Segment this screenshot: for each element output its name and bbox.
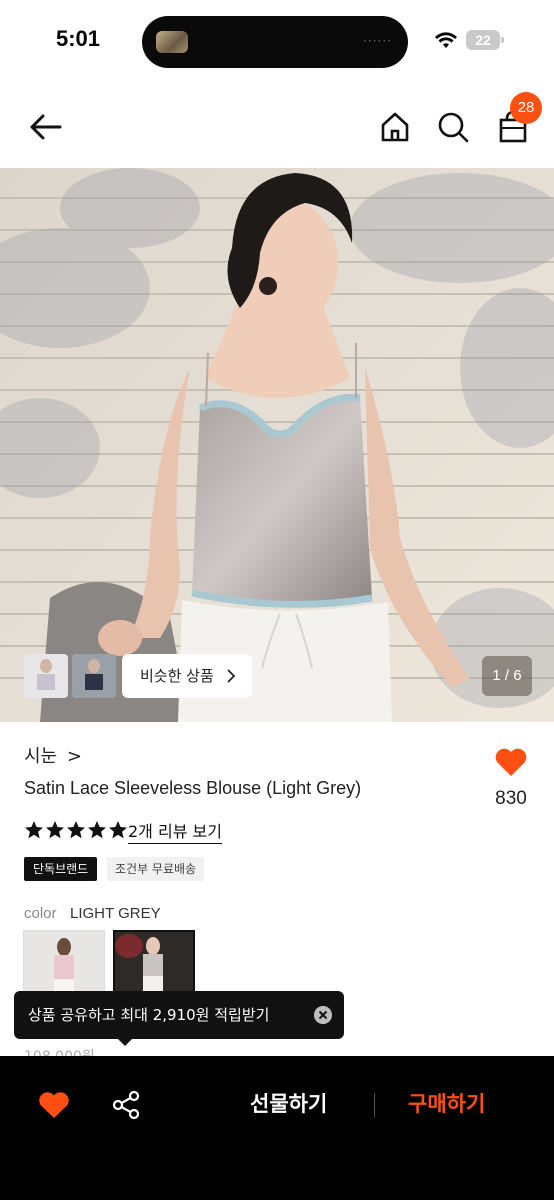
free-shipping-badge: 조건부 무료배송 (107, 857, 205, 881)
status-time: 5:01 (56, 26, 101, 51)
share-icon[interactable] (112, 1090, 140, 1120)
thumbnail-image-1[interactable] (24, 654, 68, 698)
star-icon (88, 821, 106, 839)
color-swatch-2-selected[interactable] (113, 930, 195, 994)
gift-button[interactable]: 선물하기 (250, 1088, 327, 1118)
star-icon (46, 821, 64, 839)
search-icon[interactable] (432, 106, 474, 148)
tooltip-text: 상품 공유하고 최대 2,910원 적립받기 (28, 1006, 270, 1024)
dynamic-island: ······ (142, 16, 408, 68)
star-icon (67, 821, 85, 839)
share-reward-tooltip: 상품 공유하고 최대 2,910원 적립받기 (14, 991, 344, 1039)
back-icon[interactable] (24, 106, 66, 148)
tooltip-pointer (117, 1038, 133, 1046)
product-photo (0, 168, 554, 722)
star-icon (109, 821, 127, 839)
bottom-action-bar: 선물하기 구매하기 (0, 1056, 554, 1200)
top-nav (0, 86, 554, 168)
color-option-value: LIGHT GREY (70, 905, 161, 922)
battery-icon: 22 (466, 30, 504, 50)
color-option-label: color (24, 905, 57, 922)
view-reviews-link[interactable]: 2개 리뷰 보기 (128, 818, 222, 844)
audio-wave-icon: ······ (363, 34, 392, 48)
color-swatch-1[interactable] (23, 930, 105, 994)
now-playing-thumbnail (156, 31, 188, 53)
rating-stars (24, 820, 128, 840)
cart-count-badge: 28 (510, 92, 542, 124)
buy-button[interactable]: 구매하기 (408, 1088, 485, 1118)
similar-products-label: 비슷한 상품 (140, 667, 214, 685)
similar-products-button[interactable]: 비슷한 상품 (122, 654, 252, 698)
like-count: 830 (495, 788, 527, 809)
product-image-carousel[interactable]: 비슷한 상품 1 / 6 (0, 168, 554, 722)
thumbnail-image-2[interactable] (72, 654, 116, 698)
chevron-right-icon: > (66, 746, 82, 767)
close-icon[interactable] (314, 1006, 332, 1024)
heart-icon[interactable] (494, 746, 528, 778)
brand-name: 시눈 (24, 746, 58, 767)
wifi-icon (435, 32, 457, 48)
heart-icon[interactable] (38, 1090, 70, 1120)
star-icon (25, 821, 43, 839)
status-bar: 5:01 ······ 22 (0, 0, 554, 80)
product-title: Satin Lace Sleeveless Blouse (Light Grey… (24, 778, 362, 798)
image-page-indicator: 1 / 6 (482, 656, 532, 696)
exclusive-brand-badge: 단독브랜드 (24, 857, 98, 881)
chevron-right-icon (227, 669, 236, 683)
divider (374, 1093, 375, 1117)
home-icon[interactable] (374, 106, 416, 148)
brand-link[interactable]: 시눈 > (24, 742, 82, 768)
